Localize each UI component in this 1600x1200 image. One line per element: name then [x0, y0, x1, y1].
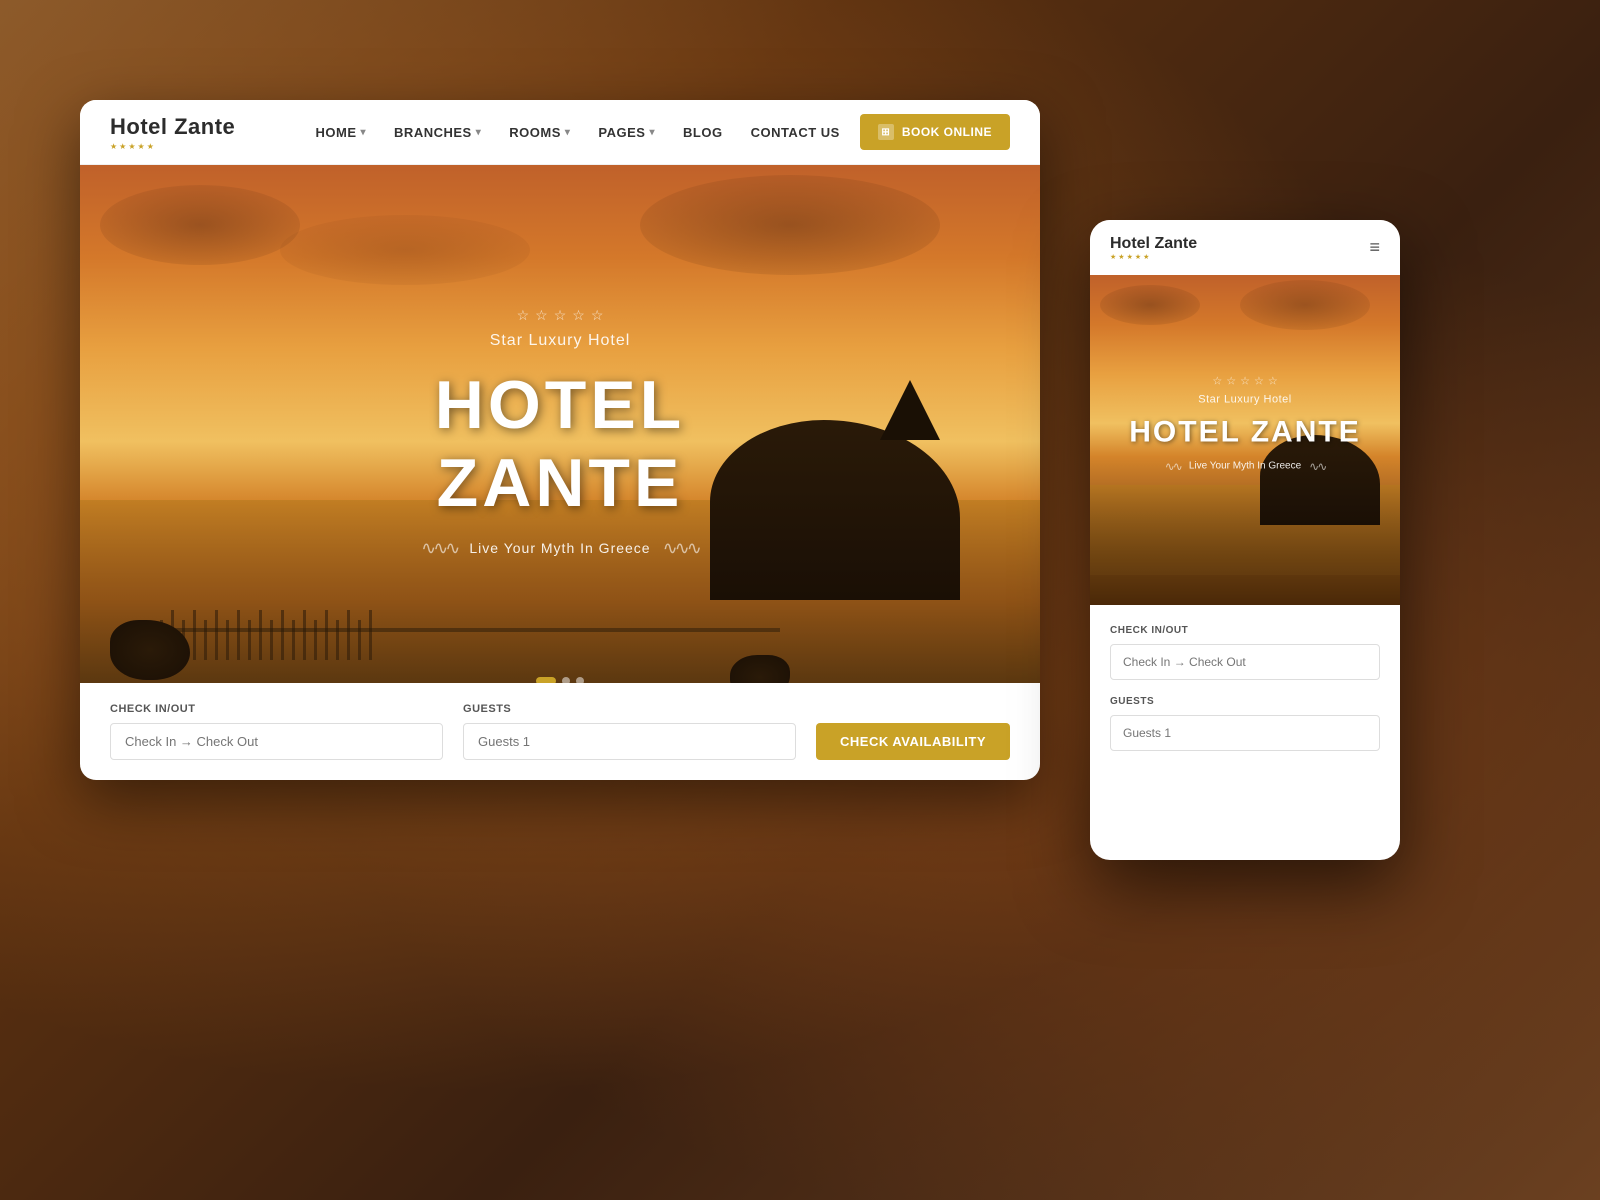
mobile-hero: ☆ ☆ ☆ ☆ ☆ Star Luxury Hotel HOTEL ZANTE … [1090, 275, 1400, 605]
checkin-field: Check In/Out [110, 703, 443, 760]
mobile-cloud-1 [1100, 285, 1200, 325]
mobile-wave-right: ∿∿ [1309, 459, 1325, 473]
pier-post [215, 610, 218, 660]
mobile-mockup: Hotel Zante ★ ★ ★ ★ ★ ≡ ☆ ☆ ☆ [1090, 220, 1400, 860]
mobile-logo-text: Hotel Zante [1110, 235, 1369, 253]
mobile-cloud-2 [1240, 280, 1370, 330]
book-icon: ⊞ [878, 124, 894, 140]
mobile-hero-tagline: ∿∿ Live Your Myth In Greece ∿∿ [1090, 459, 1400, 473]
h-star-4: ☆ [572, 307, 585, 324]
mobile-checkin-label: Check In/Out [1110, 625, 1380, 636]
pier-post [281, 610, 284, 660]
pier-post [204, 620, 207, 660]
mobile-wave-left: ∿∿ [1165, 459, 1181, 473]
h-star-5: ☆ [591, 307, 604, 324]
pier-post [369, 610, 372, 660]
pier-post [314, 620, 317, 660]
hero-title: HOTEL ZANTE [320, 366, 800, 522]
mobile-hero-content: ☆ ☆ ☆ ☆ ☆ Star Luxury Hotel HOTEL ZANTE … [1090, 374, 1400, 473]
checkin-input[interactable] [110, 723, 443, 760]
desktop-logo-stars: ★ ★ ★ ★ ★ [110, 142, 235, 151]
hero-tagline-container: ∿∿∿ Live Your Myth In Greece ∿∿∿ [320, 538, 800, 559]
desktop-mockup: Hotel Zante ★ ★ ★ ★ ★ HOME ▾ BRANCHES ▾ … [80, 100, 1040, 780]
wave-right: ∿∿∿ [663, 538, 699, 559]
desktop-nav-links: HOME ▾ BRANCHES ▾ ROOMS ▾ PAGES ▾ BLOG C… [316, 125, 840, 140]
mobile-hero-stars: ☆ ☆ ☆ ☆ ☆ [1090, 374, 1400, 387]
pier-post [325, 610, 328, 660]
star-1: ★ [110, 142, 117, 151]
mobile-checkin-input[interactable] [1110, 644, 1380, 680]
guests-field: Guests [463, 703, 796, 760]
pier-post [303, 610, 306, 660]
star-3: ★ [128, 142, 135, 151]
desktop-logo[interactable]: Hotel Zante ★ ★ ★ ★ ★ [110, 114, 235, 151]
pier-post [347, 610, 350, 660]
cloud-3 [280, 215, 530, 285]
pier-post [248, 620, 251, 660]
h-star-1: ☆ [517, 307, 530, 324]
rooms-chevron: ▾ [565, 127, 571, 138]
star-2: ★ [119, 142, 126, 151]
mobile-navbar: Hotel Zante ★ ★ ★ ★ ★ ≡ [1090, 220, 1400, 275]
hero-stars: ☆ ☆ ☆ ☆ ☆ [320, 307, 800, 324]
hero-content: ☆ ☆ ☆ ☆ ☆ Star Luxury Hotel HOTEL ZANTE … [320, 307, 800, 559]
mobile-tagline-text: Live Your Myth In Greece [1189, 461, 1301, 472]
pier-post [237, 610, 240, 660]
mobile-logo-stars: ★ ★ ★ ★ ★ [1110, 253, 1369, 261]
guests-input[interactable] [463, 723, 796, 760]
book-online-button[interactable]: ⊞ BOOK ONLINE [860, 114, 1010, 150]
wave-left: ∿∿∿ [421, 538, 457, 559]
pier-post [270, 620, 273, 660]
pier-post [336, 620, 339, 660]
mobile-hero-title: HOTEL ZANTE [1090, 415, 1400, 449]
nav-rooms[interactable]: ROOMS ▾ [509, 125, 570, 140]
branches-chevron: ▾ [476, 127, 482, 138]
pier-post [193, 610, 196, 660]
hamburger-icon[interactable]: ≡ [1369, 237, 1380, 258]
booking-bar: Check In/Out Guests CHECK AVAILABILITY [80, 683, 1040, 780]
pier-post [226, 620, 229, 660]
desktop-hero: ☆ ☆ ☆ ☆ ☆ Star Luxury Hotel HOTEL ZANTE … [80, 165, 1040, 780]
h-star-2: ☆ [535, 307, 548, 324]
nav-blog[interactable]: BLOG [683, 125, 723, 140]
pier-post [358, 620, 361, 660]
check-availability-button[interactable]: CHECK AVAILABILITY [816, 723, 1010, 760]
hero-subtitle: Star Luxury Hotel [320, 332, 800, 350]
pier-horizontal [140, 628, 780, 632]
nav-contact[interactable]: CONTACT US [751, 125, 840, 140]
mobile-guests-input[interactable] [1110, 715, 1380, 751]
h-star-3: ☆ [554, 307, 567, 324]
home-chevron: ▾ [361, 127, 367, 138]
guests-label: Guests [463, 703, 796, 715]
checkin-label: Check In/Out [110, 703, 443, 715]
star-4: ★ [138, 142, 145, 151]
pier-post [292, 620, 295, 660]
mobile-hero-subtitle: Star Luxury Hotel [1090, 393, 1400, 405]
desktop-navbar: Hotel Zante ★ ★ ★ ★ ★ HOME ▾ BRANCHES ▾ … [80, 100, 1040, 165]
mobile-booking: Check In/Out Guests [1090, 605, 1400, 787]
mobile-guests-label: Guests [1110, 696, 1380, 707]
nav-branches[interactable]: BRANCHES ▾ [394, 125, 481, 140]
desktop-logo-text: Hotel Zante [110, 114, 235, 140]
pages-chevron: ▾ [649, 127, 655, 138]
cloud-1 [100, 185, 300, 265]
nav-pages[interactable]: PAGES ▾ [598, 125, 655, 140]
nav-home[interactable]: HOME ▾ [316, 125, 367, 140]
pier-post [259, 610, 262, 660]
hero-tagline: Live Your Myth In Greece [469, 540, 650, 556]
cloud-2 [640, 175, 940, 275]
star-5: ★ [147, 142, 154, 151]
mobile-logo[interactable]: Hotel Zante ★ ★ ★ ★ ★ [1110, 235, 1369, 261]
